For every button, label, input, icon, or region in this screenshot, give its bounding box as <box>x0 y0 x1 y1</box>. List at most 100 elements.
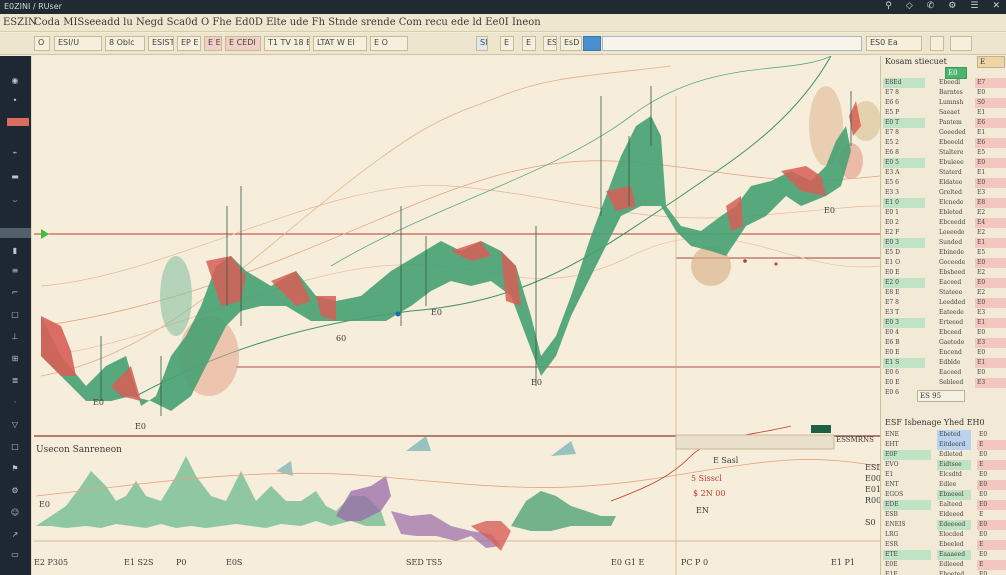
panel-cell[interactable]: E0 <box>975 258 1006 268</box>
panel-cell[interactable]: E6 B <box>883 338 925 348</box>
toolbar-button-4[interactable]: EP E 1 <box>177 36 201 51</box>
bar-icon[interactable]: ▬ <box>8 172 22 182</box>
panel-cell[interactable]: E3 <box>975 378 1006 388</box>
shield-icon[interactable]: ▽ <box>8 420 22 430</box>
panel-cell[interactable]: Leeeede <box>937 228 971 238</box>
panel-cell[interactable]: E0 E <box>883 268 925 278</box>
panel-cell[interactable]: E5 <box>975 248 1006 258</box>
panel-cell[interactable]: Eitdeerd <box>937 440 971 450</box>
panel-cell[interactable]: Edblde <box>937 358 971 368</box>
panel-cell[interactable]: Eaceed <box>937 278 971 288</box>
panel-cell[interactable]: E0 T <box>883 118 925 128</box>
panel-cell[interactable]: Ebceed <box>937 328 971 338</box>
panel-cell[interactable]: ENEIS <box>883 520 931 530</box>
panel-cell[interactable]: Lumnsh <box>937 98 971 108</box>
panel-cell[interactable]: E7 8 <box>883 88 925 98</box>
panel-cell[interactable]: EHT <box>883 440 931 450</box>
panel-cell[interactable]: E1 O <box>883 258 925 268</box>
panel-cell[interactable]: E0 <box>977 530 1006 540</box>
panel-cell[interactable]: Saeaet <box>937 108 971 118</box>
toolbar-search-input[interactable] <box>602 36 862 51</box>
menu-icon[interactable]: ☰ <box>970 1 978 11</box>
panel-cell[interactable]: Staterd <box>937 168 971 178</box>
panel-cell[interactable]: E4 <box>975 218 1006 228</box>
panel-cell[interactable]: E3 <box>975 338 1006 348</box>
panel-cell[interactable]: EDE <box>883 500 931 510</box>
panel-cell[interactable]: E6 6 <box>883 98 925 108</box>
panel-cell[interactable]: Ebneeel <box>937 490 971 500</box>
panel-cell[interactable]: E7 8 <box>883 298 925 308</box>
panel-cell[interactable]: Edleeed <box>937 560 971 570</box>
folder-icon[interactable]: ▭ <box>8 550 22 560</box>
panel-cell[interactable]: Ebeted <box>937 430 971 440</box>
panel-cell[interactable]: E3 T <box>883 308 925 318</box>
panel-cell[interactable]: E0 <box>977 480 1006 490</box>
panel-cell[interactable]: Ebinede <box>937 248 971 258</box>
flag-icon[interactable]: ⚑ <box>8 464 22 474</box>
panel-cell[interactable]: E5 D <box>883 248 925 258</box>
panel-cell[interactable]: Eaaaeed <box>937 550 971 560</box>
panel-cell[interactable]: ETE <box>883 550 931 560</box>
panel-cell[interactable]: E0 E <box>883 378 925 388</box>
panel-cell[interactable]: E0 <box>975 328 1006 338</box>
panel-cell[interactable]: Ebceedd <box>937 218 971 228</box>
gear-icon[interactable]: ⚙ <box>8 486 22 496</box>
panel-cell[interactable]: Edlee <box>937 480 971 490</box>
panel-cell[interactable]: E2 <box>975 208 1006 218</box>
chart-icon[interactable]: ▮ <box>8 246 22 256</box>
panel-cell[interactable]: E2 <box>975 288 1006 298</box>
panel-cell[interactable]: E0E <box>883 560 931 570</box>
panel-cell[interactable]: E3 <box>975 188 1006 198</box>
panel-cell[interactable]: Ebuleee <box>937 158 971 168</box>
panel-cell[interactable]: Sebleed <box>937 378 971 388</box>
panel-cell[interactable]: Eboeted <box>937 570 971 575</box>
panel-cell[interactable]: E0 <box>975 278 1006 288</box>
panel-cell[interactable]: Elocded <box>937 530 971 540</box>
panel-cell[interactable]: E8Ed <box>883 78 925 88</box>
panel-cell[interactable]: E0 3 <box>883 238 925 248</box>
panel-cell[interactable]: Ebsheed <box>937 268 971 278</box>
close-icon[interactable]: ✕ <box>992 1 1000 11</box>
panel-cell[interactable]: E0 <box>975 178 1006 188</box>
panel-cell[interactable]: E <box>977 460 1006 470</box>
toolbar-button-0[interactable]: O <box>34 36 50 51</box>
panel-cell[interactable]: Eldatee <box>937 178 971 188</box>
panel-cell[interactable]: E0 <box>975 298 1006 308</box>
panel-cell[interactable]: E0 6 <box>883 368 925 378</box>
toolbar-button-9[interactable]: E O <box>370 36 408 51</box>
toolbar-button-11[interactable]: E <box>500 36 514 51</box>
panel-cell[interactable]: E1 S <box>883 358 925 368</box>
toolbar-grid-icon[interactable] <box>950 36 972 51</box>
panel-cell[interactable]: E1 <box>975 318 1006 328</box>
panel-cell[interactable]: E1 0 <box>883 198 925 208</box>
panel-cell[interactable]: E2 <box>975 228 1006 238</box>
panel-cell[interactable]: Ebleted <box>937 208 971 218</box>
panel-cell[interactable]: E0 <box>975 88 1006 98</box>
toolbar-button-1[interactable]: ESI/U <box>54 36 102 51</box>
panel-cell[interactable]: E2 0 <box>883 278 925 288</box>
toolbar-button-3[interactable]: ESIST <box>148 36 174 51</box>
panel-cell[interactable]: E7 8 <box>883 128 925 138</box>
panel-cell[interactable]: EVO <box>883 460 931 470</box>
toolbar-button-5[interactable]: E ESF <box>204 36 222 51</box>
panel-cell[interactable]: EGOS <box>883 490 931 500</box>
panel-cell[interactable]: E3 A <box>883 168 925 178</box>
panel-cell[interactable]: E <box>977 560 1006 570</box>
panel-cell[interactable]: E <box>977 540 1006 550</box>
grid-icon[interactable]: ⊞ <box>8 354 22 364</box>
panel-cell[interactable]: Staltere <box>937 148 971 158</box>
toolbar-button-8[interactable]: LTAT W EI <box>313 36 367 51</box>
globe-icon[interactable]: ◉ <box>8 76 22 86</box>
panel-tag-amber[interactable]: E <box>977 56 1005 68</box>
toolbar-button-2[interactable]: 8 Oblc <box>105 36 145 51</box>
panel-cell[interactable]: E0 <box>977 550 1006 560</box>
panel-cell[interactable]: Elcsdtd <box>937 470 971 480</box>
panel-cell[interactable]: Gaetede <box>937 338 971 348</box>
panel-cell[interactable]: E8 <box>975 198 1006 208</box>
cube-icon[interactable]: ▢ <box>8 310 22 320</box>
dot-icon[interactable]: · <box>8 398 22 408</box>
panel-cell[interactable]: E0 E <box>883 348 925 358</box>
toolbar-button-10[interactable]: SI <box>476 36 488 51</box>
panel-cell[interactable]: E1 <box>975 238 1006 248</box>
panel-cell[interactable]: E6 <box>975 138 1006 148</box>
